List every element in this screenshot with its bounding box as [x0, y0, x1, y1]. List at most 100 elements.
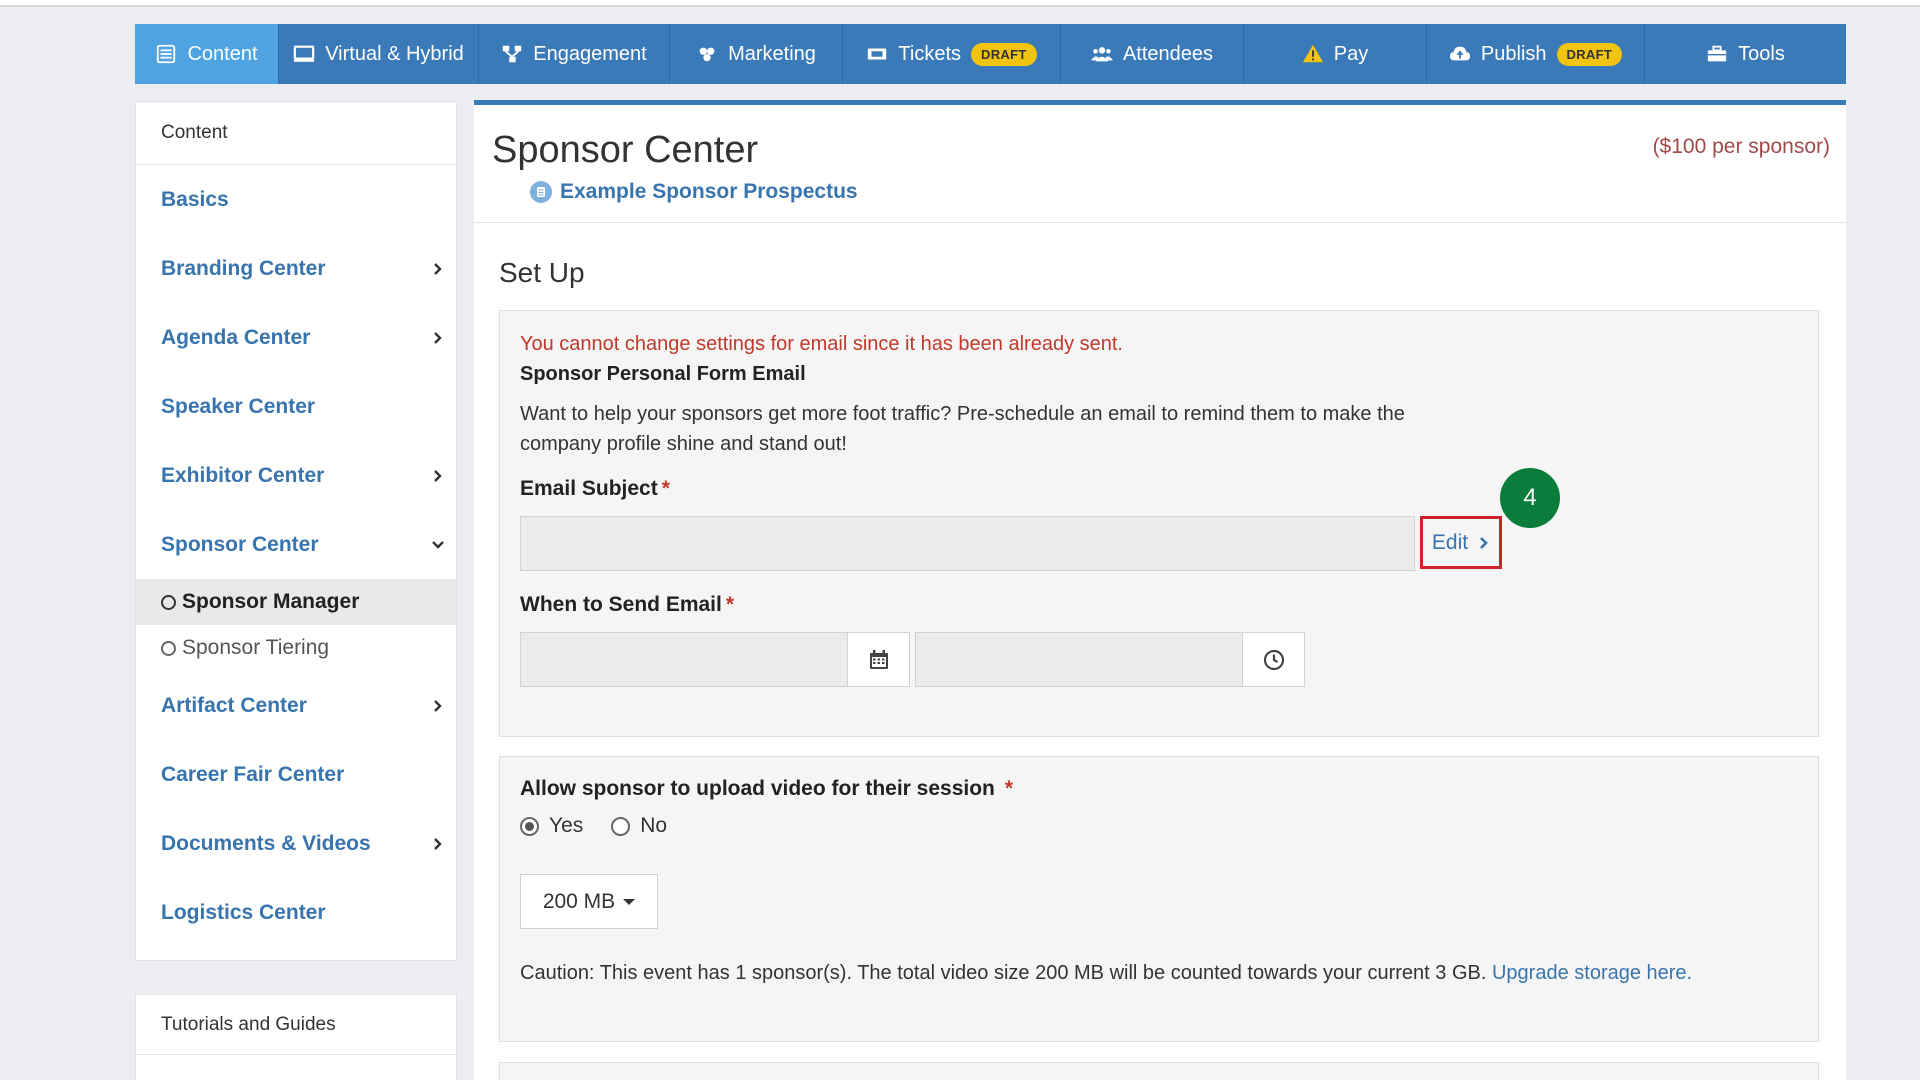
- nav-tab-virtual-hybrid[interactable]: Virtual & Hybrid: [279, 24, 479, 84]
- section-title: Set Up: [499, 257, 585, 288]
- nav-tab-content[interactable]: Content: [135, 24, 279, 84]
- tutorials-sidebar: Tutorials and Guides: [135, 994, 457, 1080]
- date-picker-button[interactable]: [847, 632, 910, 687]
- nav-tab-publish[interactable]: Publish DRAFT: [1427, 24, 1645, 84]
- sidebar-item-career-fair-center[interactable]: Career Fair Center: [136, 740, 456, 809]
- video-upload-label: Allow sponsor to upload video for their …: [520, 777, 1013, 801]
- sponsor-email-panel: You cannot change settings for email sin…: [499, 310, 1819, 737]
- edit-button-label: Edit: [1431, 530, 1469, 554]
- send-time-input[interactable]: [915, 632, 1243, 687]
- sidebar-subitem-label: Sponsor Tiering: [182, 636, 330, 659]
- video-upload-radio-group: Yes No: [520, 814, 685, 838]
- radio-no-label: No: [640, 814, 668, 837]
- page-header: Sponsor Center ($100 per sponsor) Exampl…: [474, 105, 1846, 223]
- sidebar-item-artifact-center[interactable]: Artifact Center: [136, 671, 456, 740]
- form-description: Want to help your sponsors get more foot…: [520, 403, 1405, 455]
- sidebar-item-sponsor-center[interactable]: Sponsor Center: [136, 510, 456, 579]
- radio-yes[interactable]: [520, 816, 539, 836]
- browser-top-edge: [0, 0, 1920, 7]
- monitor-icon: [293, 45, 315, 62]
- bullet-circle-icon: [161, 640, 176, 656]
- users-icon: [1090, 47, 1113, 62]
- chevron-down-icon: [432, 540, 444, 549]
- caret-down-icon: [623, 898, 636, 905]
- chevron-right-icon: [434, 469, 442, 482]
- sidebar-item-label: Speaker Center: [161, 394, 316, 418]
- sidebar-item-label: Exhibitor Center: [161, 463, 325, 487]
- sidebar-item-label: Agenda Center: [161, 325, 311, 349]
- sidebar-subitem-sponsor-manager[interactable]: Sponsor Manager: [136, 579, 456, 625]
- chevron-right-icon: [1480, 536, 1488, 549]
- radio-no[interactable]: [611, 816, 631, 836]
- sidebar-item-exhibitor-center[interactable]: Exhibitor Center: [136, 441, 456, 510]
- nav-tab-label: Pay: [1333, 42, 1369, 65]
- video-upload-label-text: Allow sponsor to upload video for their …: [520, 777, 995, 800]
- nav-tab-engagement[interactable]: Engagement: [479, 24, 670, 84]
- email-subject-input[interactable]: [520, 516, 1415, 571]
- edit-subject-button[interactable]: Edit: [1420, 516, 1502, 569]
- send-date-input[interactable]: [520, 632, 848, 687]
- required-mark: *: [725, 593, 735, 616]
- bullet-circle-icon: [161, 594, 176, 610]
- sidebar-item-label: Artifact Center: [161, 693, 307, 717]
- send-time-label-text: When to Send Email: [520, 593, 722, 616]
- sidebar-item-basics[interactable]: Basics: [136, 165, 456, 234]
- sidebar-item-label: Logistics Center: [161, 900, 326, 924]
- top-navigation-bar: Content Virtual & Hybrid Engagement Mark…: [135, 24, 1846, 84]
- prospectus-link[interactable]: Example Sponsor Prospectus: [530, 180, 858, 204]
- nav-tab-tickets[interactable]: Tickets DRAFT: [843, 24, 1061, 84]
- calendar-icon: [869, 649, 888, 669]
- page-title: Sponsor Center: [492, 129, 759, 171]
- sidebar-item-logistics-center[interactable]: Logistics Center: [136, 878, 456, 947]
- radio-option-yes[interactable]: Yes: [520, 814, 583, 838]
- content-sidebar: Content Basics Branding Center Agenda Ce…: [135, 101, 457, 961]
- video-upload-panel: Allow sponsor to upload video for their …: [499, 756, 1819, 1042]
- draft-badge: DRAFT: [971, 42, 1037, 66]
- chevron-right-icon: [434, 837, 442, 850]
- warning-icon: [1302, 44, 1323, 63]
- time-picker-button[interactable]: [1242, 632, 1305, 687]
- sidebar-subitem-sponsor-tiering[interactable]: Sponsor Tiering: [136, 625, 456, 671]
- video-size-value: 200 MB: [542, 889, 616, 913]
- email-subject-label-text: Email Subject: [520, 477, 658, 500]
- sidebar-item-agenda-center[interactable]: Agenda Center: [136, 303, 456, 372]
- sidebar-item-label: Sponsor Center: [161, 532, 319, 556]
- toolbox-icon: [1707, 45, 1727, 62]
- required-mark: *: [1004, 777, 1014, 800]
- nav-tab-label: Tools: [1738, 42, 1785, 65]
- nav-tab-label: Tickets: [898, 42, 962, 65]
- tutorials-header[interactable]: Tutorials and Guides: [136, 995, 456, 1055]
- marketing-icon: [699, 47, 715, 62]
- radio-yes-label: Yes: [549, 814, 584, 837]
- nav-tab-label: Content: [187, 42, 258, 65]
- nav-tab-label: Publish: [1480, 42, 1547, 65]
- nav-tab-attendees[interactable]: Attendees: [1061, 24, 1244, 84]
- sidebar-item-label: Career Fair Center: [161, 762, 345, 786]
- sidebar-item-branding-center[interactable]: Branding Center: [136, 234, 456, 303]
- chevron-right-icon: [434, 331, 442, 344]
- sidebar-item-label: Documents & Videos: [161, 831, 371, 855]
- video-size-dropdown[interactable]: 200 MB: [520, 874, 658, 929]
- nav-tab-tools[interactable]: Tools: [1645, 24, 1846, 84]
- sidebar-item-label: Branding Center: [161, 256, 326, 280]
- step-number-badge: 4: [1500, 468, 1560, 528]
- nav-tab-label: Marketing: [728, 42, 816, 65]
- radio-option-no[interactable]: No: [611, 814, 667, 838]
- cloud-upload-icon: [1449, 46, 1471, 61]
- sidebar-item-speaker-center[interactable]: Speaker Center: [136, 372, 456, 441]
- sidebar-header: Content: [136, 102, 456, 165]
- network-icon: [503, 45, 522, 63]
- nav-tab-label: Attendees: [1122, 42, 1214, 65]
- main-content-panel: Sponsor Center ($100 per sponsor) Exampl…: [474, 100, 1846, 1080]
- sidebar-item-documents-videos[interactable]: Documents & Videos: [136, 809, 456, 878]
- chevron-right-icon: [434, 262, 442, 275]
- nav-tab-pay[interactable]: Pay: [1244, 24, 1427, 84]
- chevron-right-icon: [434, 699, 442, 712]
- upgrade-storage-link[interactable]: Upgrade storage here.: [1492, 962, 1692, 984]
- send-time-label: When to Send Email *: [520, 593, 734, 617]
- clock-icon: [1263, 649, 1284, 670]
- prospectus-link-label: Example Sponsor Prospectus: [560, 180, 858, 203]
- nav-tab-marketing[interactable]: Marketing: [670, 24, 843, 84]
- ticket-icon: [868, 48, 887, 60]
- document-icon: [530, 181, 552, 203]
